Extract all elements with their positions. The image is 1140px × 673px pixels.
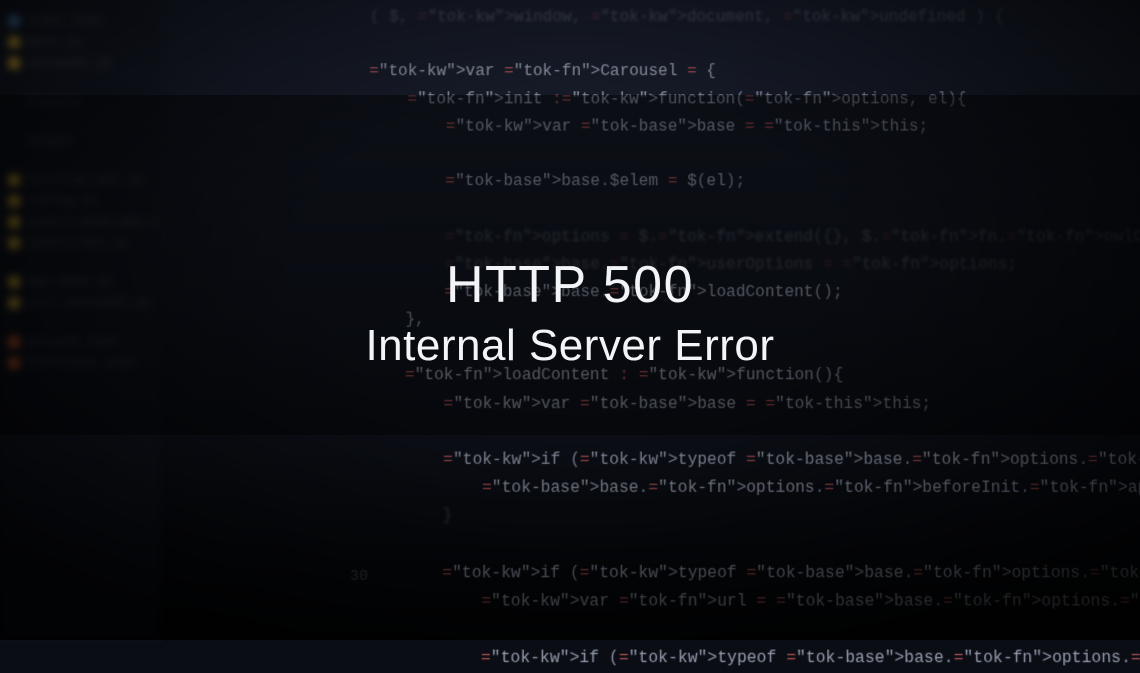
sidebar-file-item[interactable]	[0, 313, 160, 331]
code-line: ="tok-fn">options = $.="tok-fn">extend({…	[367, 223, 1124, 251]
sidebar-file-item[interactable]	[0, 253, 160, 271]
file-icon	[8, 237, 20, 249]
file-icon	[8, 256, 20, 268]
file-icon	[8, 316, 20, 328]
sidebar-file-label: Plugins	[26, 94, 81, 109]
file-icon	[8, 154, 20, 166]
sidebar-file-item[interactable]: jquery.min.js	[0, 232, 160, 253]
sidebar-file-item[interactable]: jquery.base.min.js	[0, 211, 160, 232]
code-line	[368, 196, 1124, 224]
file-icon	[8, 36, 20, 48]
sidebar-file-label: config.js	[26, 193, 96, 208]
code-line: ="tok-fn">init :="tok-kw">function(="tok…	[369, 86, 1122, 113]
code-line: ="tok-kw">if (="tok-kw">typeof ="tok-bas…	[363, 645, 1133, 673]
code-line: ="tok-kw">var ="tok-fn">Carousel = {	[369, 58, 1121, 85]
sidebar-file-item[interactable]: main.js	[0, 31, 160, 52]
code-line: ="tok-kw">var ="tok-fn">url = ="tok-base…	[363, 588, 1131, 616]
file-icon	[8, 174, 20, 186]
sidebar-file-item[interactable]: functions.init	[0, 352, 160, 373]
file-icon	[8, 15, 20, 27]
file-icon	[8, 336, 20, 348]
sidebar-file-label: function.min.js	[26, 172, 143, 187]
sidebar-file-label: app.base.js	[26, 274, 112, 289]
sidebar-file-item[interactable]	[0, 151, 160, 169]
code-line	[368, 141, 1123, 168]
sidebar-file-item[interactable]: account.html	[0, 331, 160, 352]
code-line: ="tok-fn">loadContent : ="tok-kw">functi…	[366, 362, 1127, 390]
code-line	[363, 616, 1132, 645]
file-icon	[8, 135, 20, 147]
line-number-gutter: 30	[350, 568, 368, 585]
sidebar-file-label: jquery.min.js	[26, 235, 127, 250]
file-icon	[8, 216, 20, 228]
sidebar-file-label: carousel.js	[26, 55, 112, 70]
code-line: ="tok-base">base.="tok-fn">loadContent()…	[367, 279, 1126, 307]
code-line: ="tok-base">base.$elem = $(el);	[368, 168, 1124, 196]
code-line: ="tok-base">base.="tok-fn">userOptions =…	[367, 251, 1125, 279]
sidebar-file-item[interactable]: index.html	[0, 10, 160, 31]
sidebar-file-label: index.html	[26, 13, 104, 28]
file-icon	[8, 357, 20, 369]
code-line: ="tok-kw">if (="tok-kw">typeof ="tok-bas…	[364, 559, 1131, 587]
sidebar-file-item[interactable]: config.js	[0, 190, 160, 211]
code-line: ="tok-kw">var ="tok-base">base = ="tok-t…	[365, 390, 1127, 418]
sidebar-file-label: functions.init	[26, 355, 135, 370]
sidebar-file-item[interactable]: app.base.js	[0, 271, 160, 292]
code-line	[364, 531, 1130, 559]
code-line	[369, 31, 1121, 58]
sidebar-file-label: util.carousel.js	[26, 295, 151, 310]
code-line: },	[366, 306, 1126, 334]
code-line: ="tok-kw">var ="tok-base">base = ="tok-t…	[368, 113, 1122, 140]
sidebar-file-item[interactable]	[0, 112, 160, 130]
code-line	[366, 334, 1127, 362]
file-icon	[8, 115, 20, 127]
code-line: ="tok-base">base.="tok-fn">options.="tok…	[364, 474, 1129, 502]
sidebar-file-label: jquery.base.min.js	[26, 214, 160, 229]
sidebar-file-item[interactable]: util.carousel.js	[0, 292, 160, 313]
sidebar-file-item[interactable]: carousel.js	[0, 52, 160, 73]
sidebar-file-item[interactable]: Plugins	[0, 91, 160, 112]
sidebar-file-item[interactable]: function.min.js	[0, 169, 160, 190]
sidebar-file-label: main.js	[26, 34, 81, 49]
file-icon	[8, 96, 20, 108]
file-icon	[8, 57, 20, 69]
file-icon	[8, 276, 20, 288]
code-editor-content: ( $, ="tok-kw">window, ="tok-kw">documen…	[158, 0, 1140, 656]
file-icon	[8, 76, 20, 88]
sidebar-file-label: images	[26, 133, 73, 148]
file-sidebar: index.html main.js carousel.js Plugins ima…	[0, 0, 160, 640]
file-icon	[8, 297, 20, 309]
sidebar-file-item[interactable]: images	[0, 130, 160, 151]
code-line	[365, 418, 1128, 446]
code-line: }	[364, 503, 1129, 531]
sidebar-file-label: account.html	[26, 334, 120, 349]
code-line: ="tok-kw">if (="tok-kw">typeof ="tok-bas…	[365, 446, 1129, 474]
code-line: ( $, ="tok-kw">window, ="tok-kw">documen…	[370, 4, 1121, 31]
file-icon	[8, 195, 20, 207]
sidebar-file-item[interactable]	[0, 73, 160, 91]
